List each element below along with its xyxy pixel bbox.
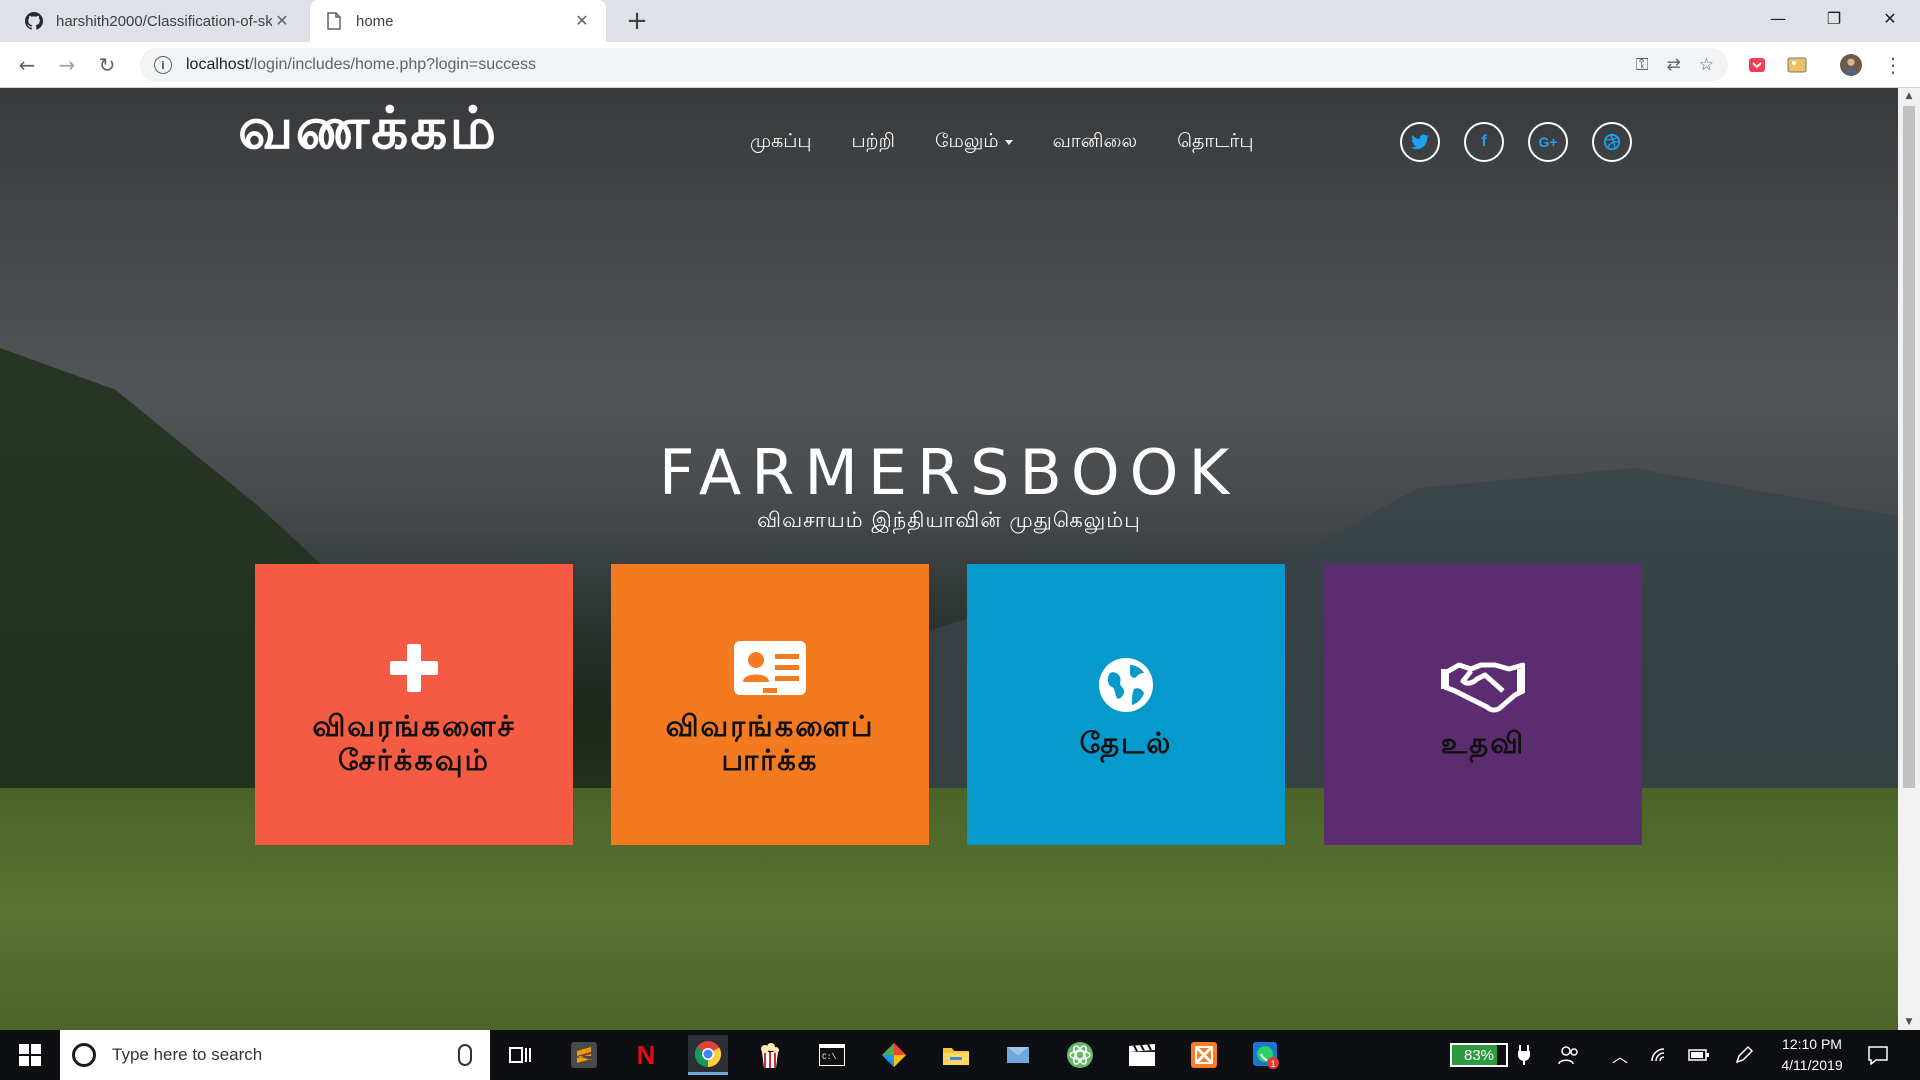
- tab-title: home: [356, 12, 394, 30]
- nav-weather[interactable]: வானிலை: [1053, 130, 1138, 155]
- scrollbar-thumb[interactable]: [1903, 106, 1915, 788]
- cortana-icon: [72, 1043, 96, 1067]
- people-icon[interactable]: [1558, 1030, 1580, 1080]
- tab-title: harshith2000/Classification-of-sk: [56, 12, 272, 30]
- terminal-icon[interactable]: C:\: [812, 1035, 852, 1075]
- browser-tab-strip: harshith2000/Classification-of-sk ✕ home…: [0, 0, 1920, 42]
- microphone-icon[interactable]: [458, 1044, 472, 1066]
- pen-icon[interactable]: [1734, 1030, 1754, 1080]
- svg-text:1: 1: [1271, 1059, 1276, 1069]
- git-extensions-icon[interactable]: [874, 1035, 914, 1075]
- tile-view-details[interactable]: விவரங்களைப் பார்க்க: [611, 564, 929, 845]
- facebook-icon[interactable]: f: [1464, 122, 1504, 162]
- scroll-up-icon[interactable]: ▲: [1898, 88, 1920, 104]
- popcorn-time-icon[interactable]: [750, 1035, 790, 1075]
- social-links: f G+: [1400, 122, 1632, 162]
- tab-github[interactable]: harshith2000/Classification-of-sk ✕: [10, 0, 306, 42]
- netflix-icon[interactable]: N: [626, 1035, 666, 1075]
- battery-indicator[interactable]: 83%: [1450, 1043, 1508, 1067]
- windows-start-icon[interactable]: [0, 1030, 60, 1080]
- clock-time: 12:10 PM: [1782, 1036, 1842, 1052]
- twitter-icon[interactable]: [1400, 122, 1440, 162]
- tile-label: விவரங்களைப் பார்க்க: [665, 708, 875, 777]
- close-tab-icon[interactable]: ✕: [572, 11, 592, 31]
- file-explorer-icon[interactable]: [936, 1035, 976, 1075]
- nav-home[interactable]: முகப்பு: [750, 130, 812, 155]
- tile-label: விவரங்களைச் சேர்க்கவும்: [312, 708, 516, 777]
- action-center-icon[interactable]: [1868, 1030, 1888, 1080]
- scroll-down-icon[interactable]: ▼: [1898, 1014, 1920, 1030]
- search-placeholder: Type here to search: [112, 1045, 263, 1064]
- windows-taskbar: Type here to search N C:\ 1 83% ︿ 12:10 …: [0, 1030, 1920, 1080]
- clock-date: 4/11/2019: [1781, 1057, 1843, 1073]
- back-icon[interactable]: ←: [12, 50, 42, 80]
- key-icon[interactable]: ⚿: [1636, 55, 1649, 75]
- task-view-icon[interactable]: [500, 1035, 540, 1075]
- id-card-icon: [733, 633, 807, 703]
- url-text: localhost/login/includes/home.php?login=…: [186, 56, 537, 73]
- page-viewport: வணக்கம் முகப்பு பற்றி மேலும் வானிலை தொடர…: [0, 88, 1898, 1030]
- page-icon: [324, 11, 344, 31]
- show-hidden-icons-chevron[interactable]: ︿: [1612, 1030, 1628, 1080]
- chrome-icon[interactable]: [688, 1035, 728, 1075]
- profile-avatar[interactable]: [1840, 54, 1862, 76]
- hero-title: FARMERSBOOK: [658, 436, 1240, 509]
- hero-subtitle: விவசாயம் இந்தியாவின் முதுகெலும்பு: [757, 508, 1141, 532]
- power-plug-icon: [1517, 1030, 1531, 1080]
- battery-tray-icon[interactable]: [1688, 1030, 1710, 1080]
- nav-about[interactable]: பற்றி: [852, 130, 895, 155]
- menu-icon[interactable]: ⋮: [1882, 53, 1904, 77]
- tile-label: தேடல்: [1079, 725, 1173, 760]
- page-scrollbar[interactable]: ▲ ▼: [1898, 88, 1920, 1030]
- image-extension-icon[interactable]: [1786, 54, 1808, 76]
- tile-help[interactable]: உதவி: [1324, 564, 1642, 845]
- new-tab-button[interactable]: +: [622, 6, 652, 36]
- forward-icon[interactable]: →: [52, 50, 82, 80]
- globe-icon: [1098, 650, 1154, 720]
- close-tab-icon[interactable]: ✕: [272, 11, 292, 31]
- nav-contact[interactable]: தொடர்பு: [1177, 130, 1253, 155]
- pocket-extension-icon[interactable]: [1746, 54, 1768, 76]
- minimize-icon[interactable]: —: [1750, 0, 1806, 36]
- tile-search[interactable]: தேடல்: [967, 564, 1285, 845]
- google-plus-icon[interactable]: G+: [1528, 122, 1568, 162]
- star-icon[interactable]: ☆: [1699, 55, 1714, 75]
- tab-home[interactable]: home ✕: [310, 0, 606, 42]
- tile-label: உதவி: [1440, 725, 1526, 760]
- nav-more-dropdown[interactable]: மேலும்: [935, 130, 1013, 155]
- clapperboard-icon[interactable]: [1122, 1035, 1162, 1075]
- info-icon[interactable]: i: [154, 56, 172, 74]
- mail-app-icon[interactable]: [998, 1035, 1038, 1075]
- handshake-icon: [1441, 650, 1525, 720]
- svg-text:C:\: C:\: [822, 1053, 837, 1062]
- taskbar-clock[interactable]: 12:10 PM 4/11/2019: [1772, 1034, 1852, 1076]
- caret-down-icon: [1004, 140, 1013, 145]
- battery-percent: 83%: [1463, 1046, 1495, 1064]
- sublime-text-icon[interactable]: [564, 1035, 604, 1075]
- address-bar[interactable]: i localhost/login/includes/home.php?logi…: [140, 48, 1728, 82]
- taskbar-search-box[interactable]: Type here to search: [60, 1030, 490, 1080]
- browser-toolbar: ← → ↻ i localhost/login/includes/home.ph…: [0, 42, 1920, 88]
- close-window-icon[interactable]: ✕: [1862, 0, 1918, 36]
- translate-icon[interactable]: ⇄: [1667, 55, 1681, 75]
- dribbble-icon[interactable]: [1592, 122, 1632, 162]
- main-nav: முகப்பு பற்றி மேலும் வானிலை தொடர்பு: [750, 130, 1253, 155]
- tile-add-details[interactable]: விவரங்களைச் சேர்க்கவும்: [255, 564, 573, 845]
- atom-icon[interactable]: [1060, 1035, 1100, 1075]
- plus-icon: [388, 633, 440, 703]
- github-icon: [24, 11, 44, 31]
- site-brand[interactable]: வணக்கம்: [238, 94, 498, 170]
- whatsapp-icon[interactable]: 1: [1246, 1035, 1286, 1075]
- maximize-icon[interactable]: ❐: [1806, 0, 1862, 36]
- reload-icon[interactable]: ↻: [92, 50, 122, 80]
- xampp-icon[interactable]: [1184, 1035, 1224, 1075]
- wifi-icon[interactable]: [1650, 1030, 1670, 1080]
